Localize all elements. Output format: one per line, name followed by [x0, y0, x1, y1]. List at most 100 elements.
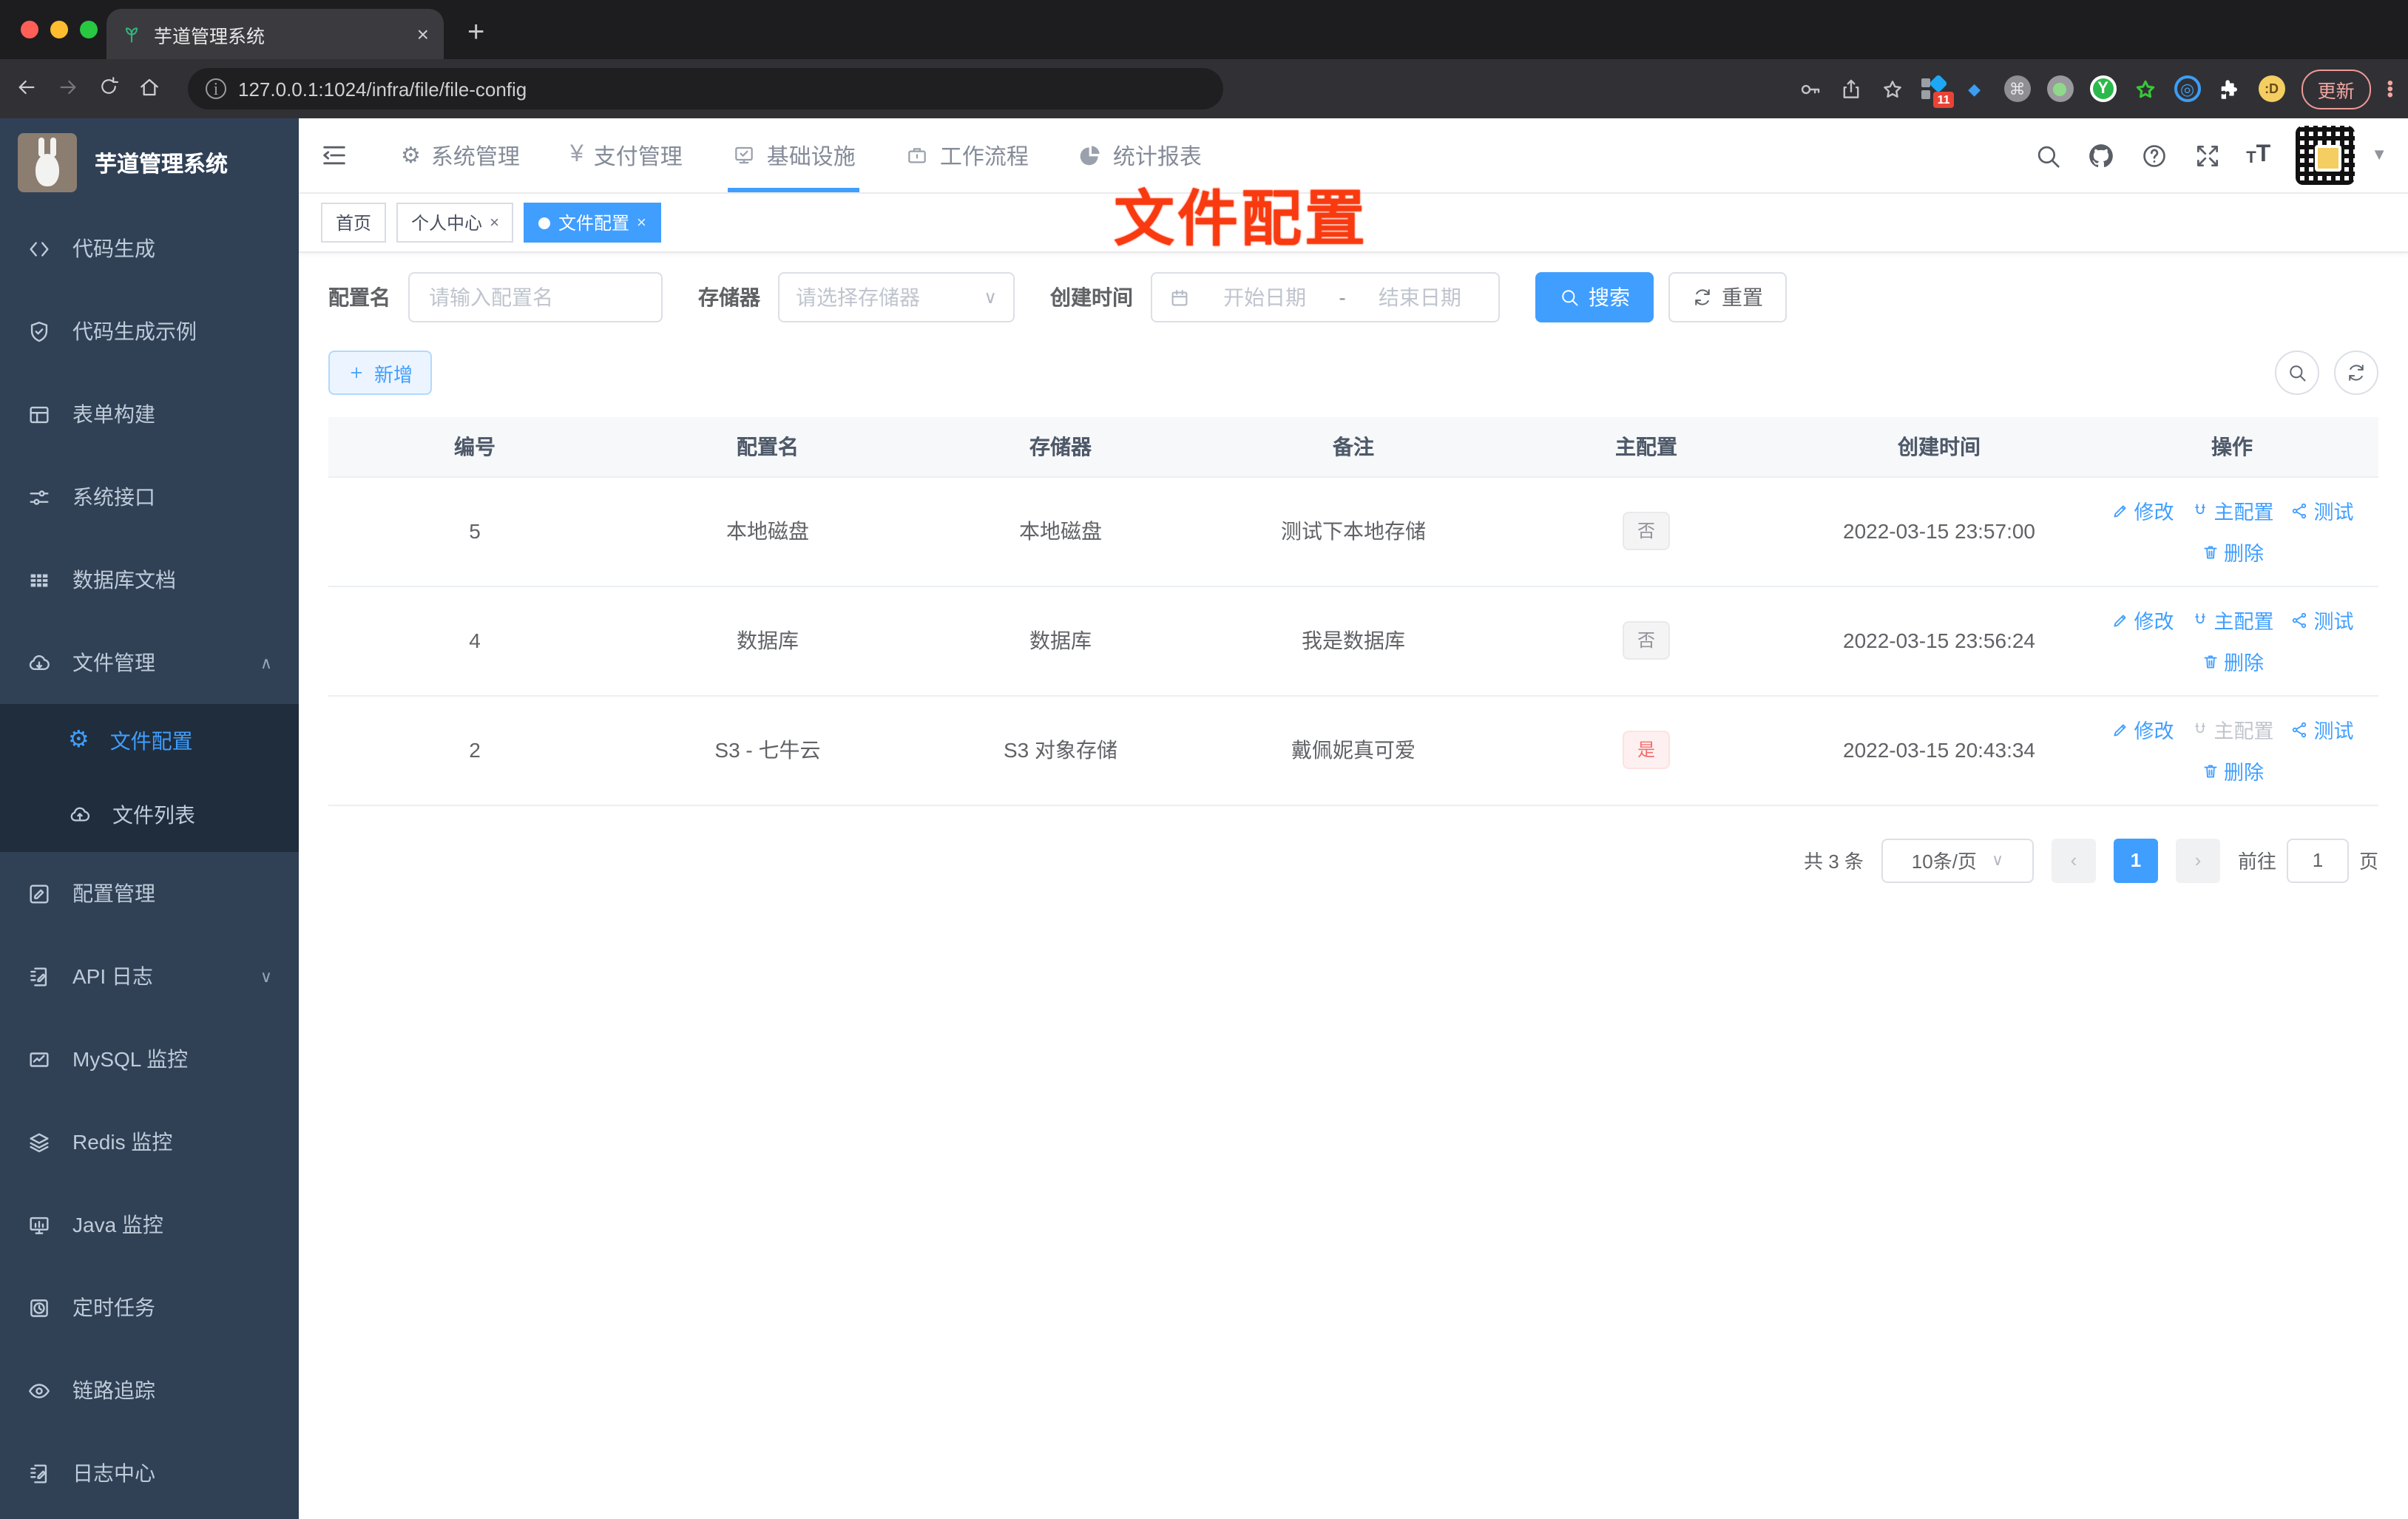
search-icon	[1559, 287, 1580, 308]
tag-close-icon[interactable]: ×	[490, 214, 499, 231]
extension-star-icon[interactable]	[2133, 76, 2158, 101]
sidebar-item-log-center[interactable]: 日志中心	[0, 1432, 299, 1515]
storage-select[interactable]: 请选择存储器 ∨	[778, 272, 1015, 322]
tab-infrastructure[interactable]: 基础设施	[714, 118, 875, 192]
sidebar-item-file-management[interactable]: 文件管理 ∧	[0, 621, 299, 704]
tag-home[interactable]: 首页	[321, 203, 387, 243]
delete-button[interactable]: 删除	[2200, 646, 2264, 676]
search-button[interactable]: 搜索	[1535, 272, 1654, 322]
gear-icon: ⚙	[401, 143, 421, 168]
extension-y-icon[interactable]: Y	[2089, 75, 2117, 102]
col-master: 主配置	[1500, 417, 1793, 477]
config-name-input[interactable]	[426, 284, 645, 311]
next-page-button[interactable]: ›	[2175, 838, 2220, 882]
avatar-caret-icon[interactable]: ▼	[2371, 146, 2387, 164]
eye-icon	[27, 1378, 52, 1403]
home-button[interactable]	[138, 75, 161, 103]
tag-file-config[interactable]: 文件配置 ×	[524, 203, 661, 243]
magnet-icon	[2191, 720, 2210, 739]
tab-workflow[interactable]: 工作流程	[887, 118, 1048, 192]
sidebar-item-tracing[interactable]: 链路追踪	[0, 1349, 299, 1432]
magnet-icon	[2191, 610, 2210, 629]
sliders-icon	[27, 484, 52, 510]
browser-menu-icon[interactable]: • • •	[2387, 74, 2393, 104]
bookmark-star-icon[interactable]	[1880, 76, 1905, 101]
search-icon[interactable]	[2033, 141, 2061, 169]
forward-button[interactable]	[56, 75, 80, 103]
tab-close-icon[interactable]: ×	[417, 22, 429, 46]
refresh-table-button[interactable]	[2334, 351, 2378, 395]
edit-button[interactable]: 修改	[2111, 495, 2174, 525]
minimize-window-button[interactable]	[50, 21, 68, 38]
date-range-picker[interactable]: 开始日期 - 结束日期	[1151, 272, 1500, 322]
edit-button[interactable]: 修改	[2111, 714, 2174, 744]
share-icon[interactable]	[1839, 76, 1864, 101]
goto-page-input[interactable]	[2286, 838, 2349, 882]
fullscreen-icon[interactable]	[2193, 141, 2221, 169]
extension-command-icon[interactable]: ⌘	[2003, 75, 2031, 102]
extension-green-dot-icon[interactable]	[2046, 75, 2074, 102]
test-button[interactable]: 测试	[2290, 605, 2354, 635]
extension-tiles-icon[interactable]: 11	[1921, 74, 1954, 108]
delete-button[interactable]: 删除	[2200, 756, 2264, 785]
sidebar-item-code-gen[interactable]: 代码生成	[0, 207, 299, 290]
sidebar-item-java-monitor[interactable]: Java 监控	[0, 1183, 299, 1266]
test-button[interactable]: 测试	[2290, 714, 2354, 744]
tag-close-icon[interactable]: ×	[637, 214, 646, 231]
user-avatar[interactable]	[2296, 126, 2355, 185]
browser-tab[interactable]: 芋道管理系统 ×	[106, 9, 444, 59]
update-label: 更新	[2317, 81, 2355, 101]
annotation-text: 文件配置	[1114, 185, 1368, 253]
font-size-icon[interactable]: TT	[2246, 143, 2270, 167]
sidebar-item-scheduled-tasks[interactable]: 定时任务	[0, 1266, 299, 1349]
add-button[interactable]: 新增	[328, 351, 433, 395]
set-master-button[interactable]: 主配置	[2191, 495, 2274, 525]
reload-button[interactable]	[98, 75, 120, 102]
reset-button[interactable]: 重置	[1668, 272, 1787, 322]
set-master-button[interactable]: 主配置	[2191, 605, 2274, 635]
extension-drop-icon[interactable]: ◆	[1961, 75, 1988, 102]
address-bar[interactable]: i 127.0.0.1:1024/infra/file/file-config	[188, 68, 1223, 109]
log-edit-icon	[27, 964, 52, 989]
sidebar-item-code-example[interactable]: 代码生成示例	[0, 290, 299, 373]
cell-remark: 戴佩妮真可爱	[1207, 695, 1500, 805]
sidebar-item-form-builder[interactable]: 表单构建	[0, 373, 299, 456]
site-info-icon[interactable]: i	[206, 78, 226, 99]
sidebar-item-mysql-monitor[interactable]: MySQL 监控	[0, 1018, 299, 1100]
back-button[interactable]	[15, 75, 38, 103]
tag-profile[interactable]: 个人中心 ×	[396, 203, 514, 243]
prev-page-button[interactable]: ‹	[2051, 838, 2096, 882]
extension-eye-icon[interactable]: ◎	[2174, 75, 2201, 102]
edit-square-icon	[27, 881, 52, 906]
github-icon[interactable]	[2086, 141, 2114, 169]
tab-system-management[interactable]: ⚙ 系统管理	[382, 118, 539, 192]
refresh-icon	[2346, 362, 2367, 383]
sidebar-item-api-log[interactable]: API 日志 ∨	[0, 935, 299, 1018]
master-tag: 是	[1622, 731, 1670, 769]
sidebar-item-system-api[interactable]: 系统接口	[0, 456, 299, 538]
tab-payment-management[interactable]: ¥ 支付管理	[551, 118, 702, 192]
sidebar-toggle-icon[interactable]	[319, 141, 349, 170]
page-size-select[interactable]: 10条/页 ∨	[1881, 838, 2034, 882]
profile-avatar-emoji[interactable]: :D	[2258, 75, 2285, 102]
delete-button[interactable]: 删除	[2200, 537, 2264, 566]
new-tab-button[interactable]: +	[467, 16, 484, 50]
password-key-icon[interactable]	[1797, 76, 1822, 101]
test-button[interactable]: 测试	[2290, 495, 2354, 525]
table-row: 5 本地磁盘 本地磁盘 测试下本地存储 否 2022-03-15 23:57:0…	[328, 476, 2378, 586]
pagination: 共 3 条 10条/页 ∨ ‹ 1 › 前往 页	[328, 838, 2378, 882]
extensions-puzzle-icon[interactable]	[2217, 76, 2242, 101]
show-search-button[interactable]	[2275, 351, 2319, 395]
sidebar-logo[interactable]: 芋道管理系统	[0, 118, 299, 207]
help-icon[interactable]	[2140, 141, 2168, 169]
sidebar-item-redis-monitor[interactable]: Redis 监控	[0, 1100, 299, 1183]
sidebar-item-file-list[interactable]: 文件列表	[0, 778, 299, 852]
sidebar-item-config-management[interactable]: 配置管理	[0, 852, 299, 935]
sidebar-item-file-config[interactable]: ⚙ 文件配置	[0, 704, 299, 778]
close-window-button[interactable]	[21, 21, 38, 38]
update-button[interactable]: 更新	[2301, 69, 2371, 109]
edit-button[interactable]: 修改	[2111, 605, 2174, 635]
page-number-1[interactable]: 1	[2113, 838, 2158, 882]
maximize-window-button[interactable]	[80, 21, 98, 38]
sidebar-item-db-doc[interactable]: 数据库文档	[0, 538, 299, 621]
